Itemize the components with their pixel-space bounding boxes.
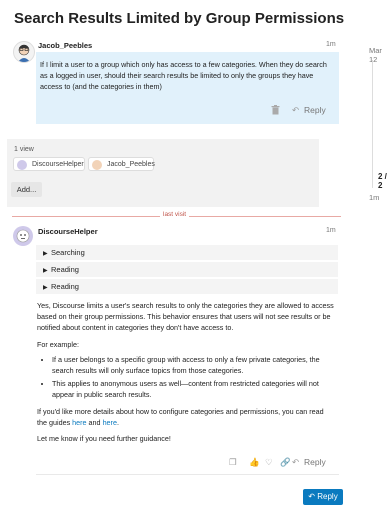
timeline-position: 2 / 2 bbox=[378, 172, 387, 190]
participant-discoursehelper[interactable]: DiscourseHelper bbox=[13, 157, 85, 171]
triangle-right-icon: ▶ bbox=[43, 268, 48, 274]
details-reading-2[interactable]: ▶ Reading bbox=[36, 279, 338, 294]
topic-map bbox=[7, 139, 319, 207]
post2-paragraph-2: For example: bbox=[37, 340, 79, 349]
list-item: If a user belongs to a specific group wi… bbox=[52, 354, 342, 376]
post1-username[interactable]: Jacob_Peebles bbox=[38, 41, 92, 50]
participant-jacob[interactable]: Jacob_Peebles bbox=[88, 157, 155, 171]
post1-age[interactable]: 1m bbox=[326, 41, 336, 48]
heart-icon[interactable]: ♡ bbox=[265, 457, 273, 467]
participant-name: Jacob_Peebles bbox=[107, 161, 155, 168]
topic-reply-button[interactable]: ↶ Reply bbox=[303, 489, 343, 505]
add-button[interactable]: Add... bbox=[11, 182, 42, 197]
guide-link-2[interactable]: here bbox=[103, 418, 117, 427]
participant-name: DiscourseHelper bbox=[32, 161, 84, 168]
avatar-mini-icon bbox=[92, 160, 102, 170]
list-item: This applies to anonymous users as well—… bbox=[52, 378, 342, 400]
post-divider bbox=[36, 474, 339, 475]
reply-arrow-icon[interactable]: ↶ bbox=[292, 105, 299, 115]
avatar-jacob[interactable] bbox=[13, 41, 35, 63]
timeline-scrollbar[interactable] bbox=[372, 60, 373, 188]
copy-icon[interactable]: ❐ bbox=[229, 457, 237, 467]
post2-age[interactable]: 1m bbox=[326, 227, 336, 234]
post2-bullet-list: If a user belongs to a specific group wi… bbox=[40, 354, 342, 402]
post2-paragraph-4: Let me know if you need further guidance… bbox=[37, 434, 171, 443]
last-visit-label: last visit bbox=[160, 211, 190, 218]
post1-body: If I limit a user to a group which only … bbox=[40, 60, 327, 91]
thumbs-up-icon[interactable]: 👍 bbox=[249, 457, 260, 467]
timeline-end-age[interactable]: 1m bbox=[369, 193, 379, 202]
details-reading-1[interactable]: ▶ Reading bbox=[36, 262, 338, 277]
link-icon[interactable]: 🔗 bbox=[280, 457, 291, 467]
reply-arrow-icon[interactable]: ↶ bbox=[292, 457, 299, 467]
avatar-discoursehelper[interactable] bbox=[13, 226, 33, 246]
details-searching[interactable]: ▶ Searching bbox=[36, 245, 338, 260]
triangle-right-icon: ▶ bbox=[43, 285, 48, 291]
guide-link-1[interactable]: here bbox=[72, 418, 86, 427]
avatar-mini-icon bbox=[17, 160, 27, 170]
post1-reply-button[interactable]: Reply bbox=[304, 105, 326, 115]
topic-title: Search Results Limited by Group Permissi… bbox=[14, 10, 345, 27]
views-count: 1 view bbox=[14, 146, 34, 153]
post2-paragraph-1: Yes, Discourse limits a user's search re… bbox=[37, 301, 334, 332]
post2-reply-button[interactable]: Reply bbox=[304, 457, 326, 467]
trash-icon[interactable] bbox=[270, 105, 280, 115]
post2-paragraph-3: If you'd like more details about how to … bbox=[37, 407, 324, 427]
post2-username[interactable]: DiscourseHelper bbox=[38, 227, 98, 236]
triangle-right-icon: ▶ bbox=[43, 251, 48, 257]
